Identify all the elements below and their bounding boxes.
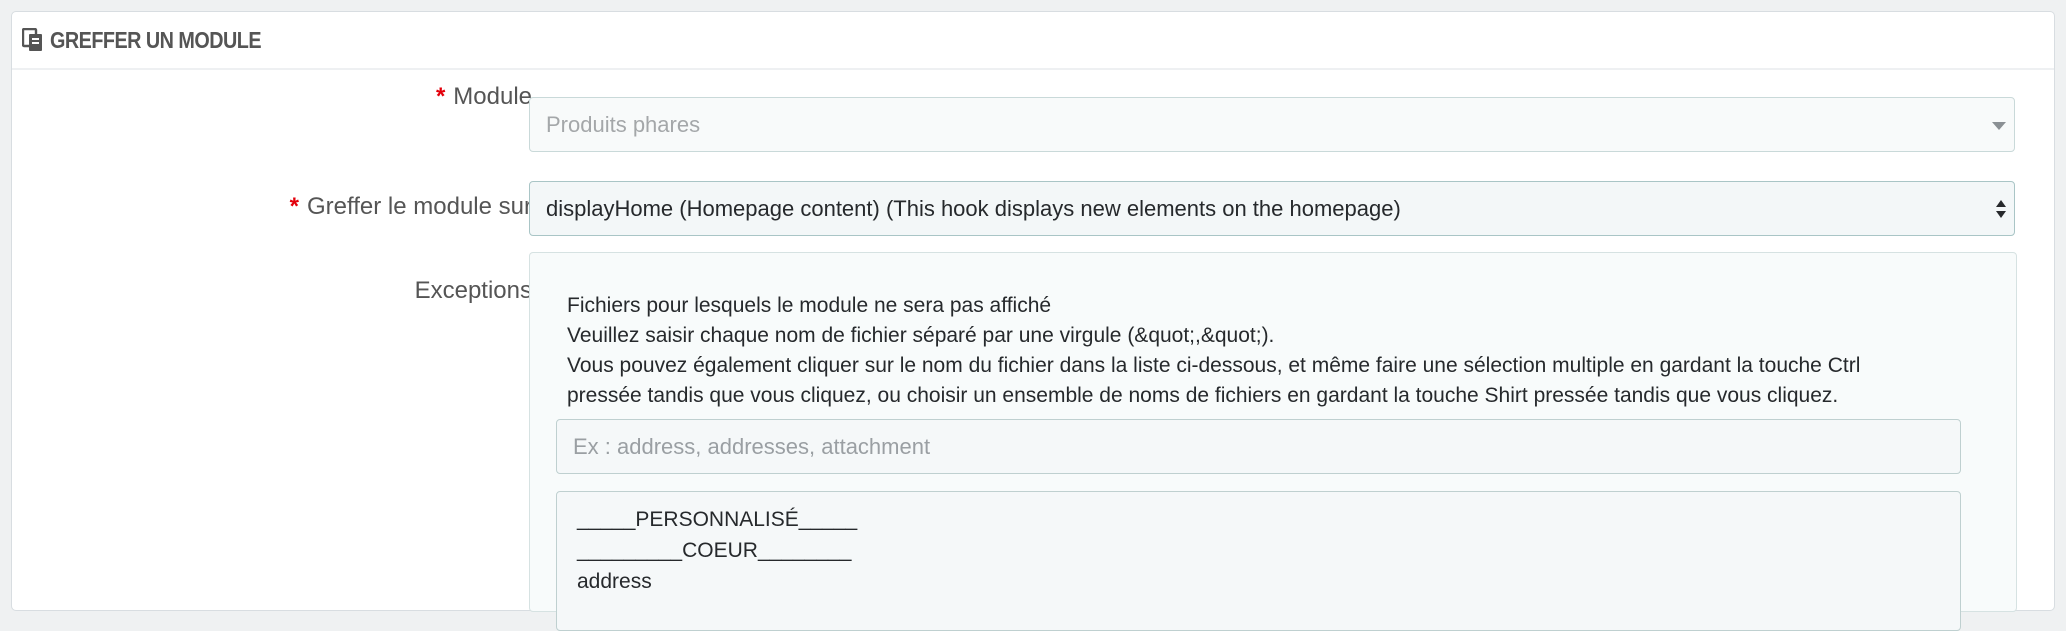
exceptions-file-list[interactable]: _____PERSONNALISÉ_____ _________COEUR___… [556,491,1961,631]
module-label-text: Module [453,83,532,110]
hook-label: * Greffer le module sur [290,193,532,221]
hook-select-value: displayHome (Homepage content) (This hoo… [546,195,1401,221]
panel-title: GREFFER UN MODULE [50,26,262,53]
help-line: Fichiers pour lesquels le module ne sera… [567,294,1052,317]
exceptions-input[interactable] [556,419,1961,474]
exceptions-help: Fichiers pour lesquels le module ne sera… [567,291,1860,411]
help-line: Veuillez saisir chaque nom de fichier sé… [567,324,1275,347]
exceptions-box: Fichiers pour lesquels le module ne sera… [529,252,2017,631]
module-select[interactable]: Produits phares [529,97,2015,152]
module-label: * Module [436,83,532,111]
help-line: Vous pouvez également cliquer sur le nom… [567,354,1861,377]
help-line: pressée tandis que vous cliquez, ou choi… [567,384,1839,407]
hook-select[interactable]: displayHome (Homepage content) (This hoo… [529,181,2015,236]
panel-heading: GREFFER UN MODULE [12,12,2054,70]
exceptions-label: Exceptions [414,277,532,304]
list-item[interactable]: _____PERSONNALISÉ_____ [577,504,1960,535]
required-marker: * [289,193,299,220]
required-marker: * [435,83,446,110]
module-graft-icon [22,27,46,53]
chevron-down-icon [1992,122,2006,130]
list-item[interactable]: _________COEUR________ [577,535,1960,566]
list-item[interactable]: address [577,566,1960,597]
select-arrows-icon [1996,200,2006,218]
hook-label-text: Greffer le module sur [307,193,532,220]
module-select-value: Produits phares [546,111,701,137]
